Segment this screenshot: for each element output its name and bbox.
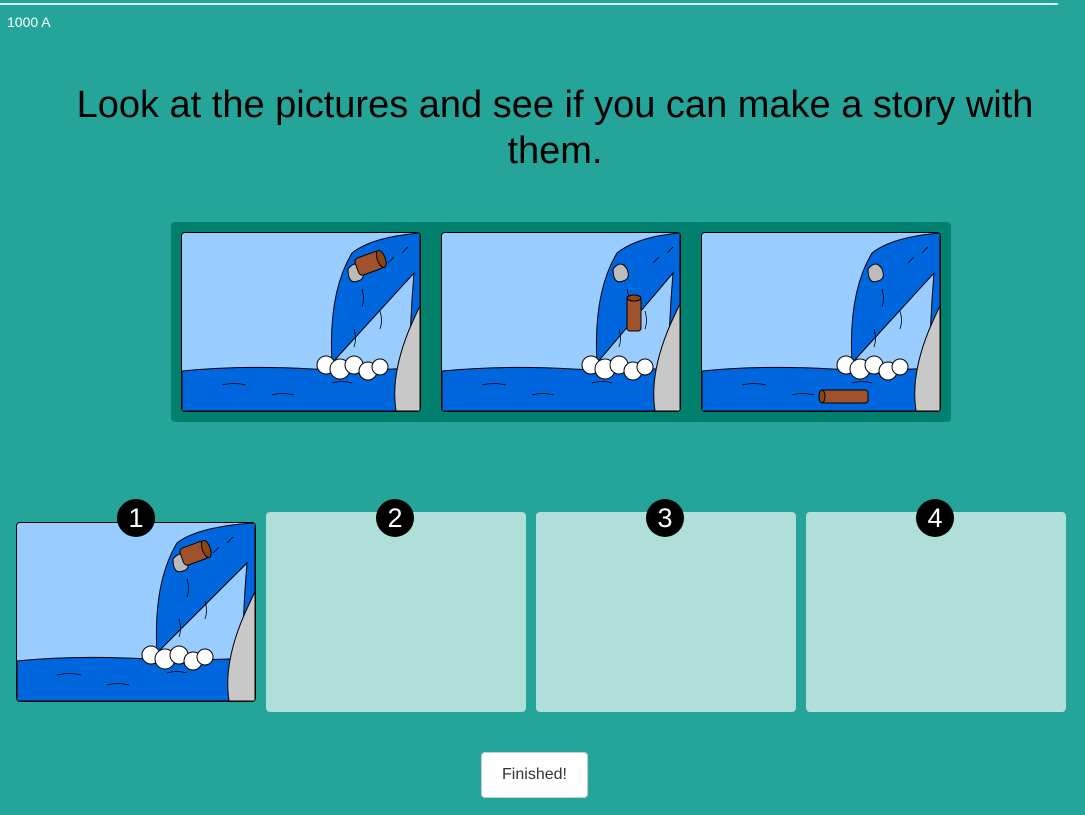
slot-number-3: 3 — [646, 499, 684, 537]
finished-button[interactable]: Finished! — [481, 752, 588, 798]
drop-slot-2[interactable] — [266, 512, 526, 712]
instruction-text: Look at the pictures and see if you can … — [76, 84, 1034, 172]
slot-number-1: 1 — [117, 499, 155, 537]
slot-number-2: 2 — [376, 499, 414, 537]
picture-card-log-at-bottom[interactable] — [441, 232, 681, 412]
picture-tray — [171, 222, 951, 422]
slot-number-4: 4 — [916, 499, 954, 537]
drop-slot-4[interactable] — [806, 512, 1066, 712]
drop-slot-3[interactable] — [536, 512, 796, 712]
picture-card-log-falling[interactable] — [181, 232, 421, 412]
activity-code: 1000 A — [7, 14, 51, 30]
log-icon — [626, 294, 642, 332]
top-divider — [0, 3, 1058, 5]
picture-card-log-floating[interactable] — [701, 232, 941, 412]
log-icon — [818, 389, 869, 404]
picture-card-log-at-top[interactable] — [16, 522, 256, 702]
